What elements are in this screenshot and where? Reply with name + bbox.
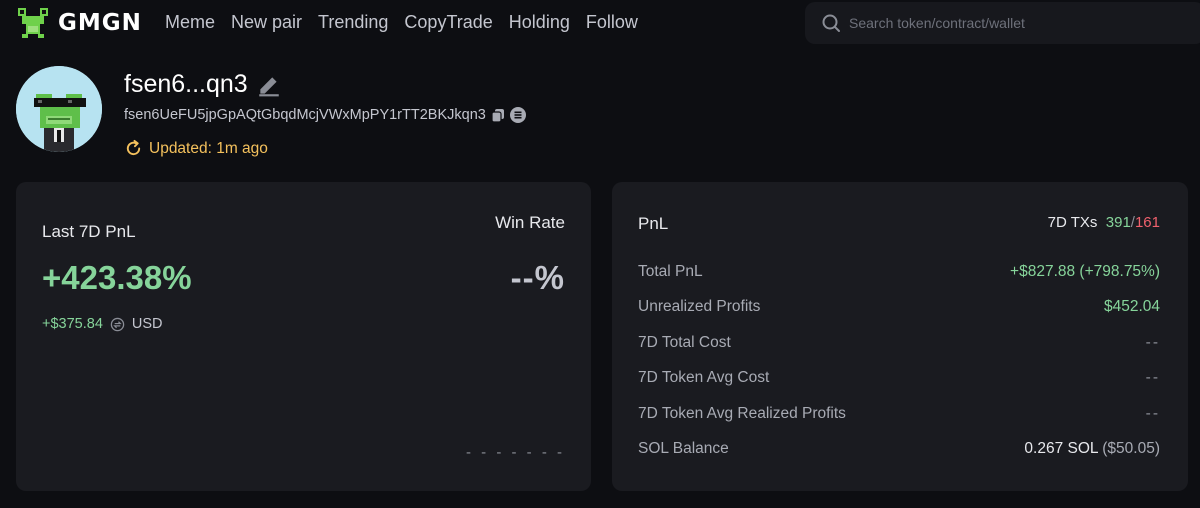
tx-buy-count: 391 xyxy=(1105,214,1131,231)
stat-row-unrealized-profits: Unrealized Profits $452.04 xyxy=(638,290,1160,326)
tx-count: 7D TXs 391/161 xyxy=(1048,214,1160,231)
frog-avatar-icon xyxy=(16,66,102,152)
search-box[interactable] xyxy=(805,2,1200,44)
copy-icon[interactable] xyxy=(490,107,506,123)
avatar xyxy=(16,66,102,152)
stat-label: 7D Token Avg Realized Profits xyxy=(638,404,846,422)
wallet-address-row: fsen6UeFU5jpGpAQtGbqdMcjVWxMpPY1rTT2BKJk… xyxy=(124,107,526,123)
pnl-summary-card: Last 7D PnL Win Rate +423.38% --% +$375.… xyxy=(16,182,591,491)
stat-label: SOL Balance xyxy=(638,440,729,458)
wallet-address: fsen6UeFU5jpGpAQtGbqdMcjVWxMpPY1rTT2BKJk… xyxy=(124,107,486,123)
currency-swap-icon[interactable] xyxy=(110,317,125,332)
stat-value: 0.267 SOL ($50.05) xyxy=(1024,440,1160,458)
pnl-usd-row: +$375.84 USD xyxy=(42,316,163,332)
updated-text: Updated: 1m ago xyxy=(149,139,268,157)
refresh-icon xyxy=(126,139,141,156)
nav-link-meme[interactable]: Meme xyxy=(165,12,215,33)
stat-row-sol-balance: SOL Balance 0.267 SOL ($50.05) xyxy=(638,432,1160,468)
logo[interactable]: GMGN xyxy=(14,6,142,40)
nav-links: Meme New pair Trending CopyTrade Holding… xyxy=(165,12,638,33)
pnl-details-card: PnL 7D TXs 391/161 Total PnL +$827.88 (+… xyxy=(612,182,1188,491)
win-rate-value: --% xyxy=(510,259,565,296)
logo-text: GMGN xyxy=(58,10,142,36)
nav-link-trending[interactable]: Trending xyxy=(318,12,388,33)
nav-link-follow[interactable]: Follow xyxy=(586,12,638,33)
top-nav: GMGN Meme New pair Trending CopyTrade Ho… xyxy=(0,0,1200,48)
currency-label[interactable]: USD xyxy=(132,316,163,332)
wallet-name: fsen6...qn3 xyxy=(124,70,248,98)
stat-value: -- xyxy=(1145,404,1160,422)
pnl-usd-value: +$375.84 xyxy=(42,316,103,332)
pnl-stats-list: Total PnL +$827.88 (+798.75%) Unrealized… xyxy=(638,254,1160,467)
search-icon xyxy=(822,14,840,32)
pnl-title: PnL xyxy=(638,214,669,233)
nav-link-new-pair[interactable]: New pair xyxy=(231,12,302,33)
sol-balance-amount: 0.267 SOL xyxy=(1024,440,1098,458)
solana-icon[interactable] xyxy=(509,107,526,123)
sol-balance-usd: ($50.05) xyxy=(1102,440,1160,458)
profile-name-row: fsen6...qn3 xyxy=(124,70,282,99)
stat-label: 7D Token Avg Cost xyxy=(638,369,770,387)
stat-row-7d-token-avg-realized-profits: 7D Token Avg Realized Profits -- xyxy=(638,396,1160,432)
win-distribution-placeholder: - - - - - - - xyxy=(466,444,565,461)
pnl-percent-value: +423.38% xyxy=(42,259,192,296)
stat-row-7d-total-cost: 7D Total Cost -- xyxy=(638,325,1160,361)
stat-value: +$827.88 (+798.75%) xyxy=(1010,262,1160,280)
tx-sell-count: 161 xyxy=(1134,214,1160,231)
stat-row-7d-token-avg-cost: 7D Token Avg Cost -- xyxy=(638,361,1160,397)
stat-label: 7D Total Cost xyxy=(638,333,731,351)
stat-label: Unrealized Profits xyxy=(638,298,761,316)
win-rate-label: Win Rate xyxy=(495,213,565,232)
tx-count-label: 7D TXs xyxy=(1047,214,1098,231)
frog-logo-icon xyxy=(18,8,48,38)
updated-status[interactable]: Updated: 1m ago xyxy=(124,139,268,158)
stat-value: $452.04 xyxy=(1103,298,1160,316)
search-input[interactable] xyxy=(849,15,1149,31)
stat-label: Total PnL xyxy=(638,262,703,280)
stat-row-total-pnl: Total PnL +$827.88 (+798.75%) xyxy=(638,254,1160,290)
edit-pencil-icon[interactable] xyxy=(256,72,282,98)
nav-link-copytrade[interactable]: CopyTrade xyxy=(404,12,492,33)
stat-value: -- xyxy=(1145,333,1160,351)
nav-link-holding[interactable]: Holding xyxy=(509,12,570,33)
last-7d-pnl-label: Last 7D PnL xyxy=(42,222,136,241)
stat-value: -- xyxy=(1145,369,1160,387)
